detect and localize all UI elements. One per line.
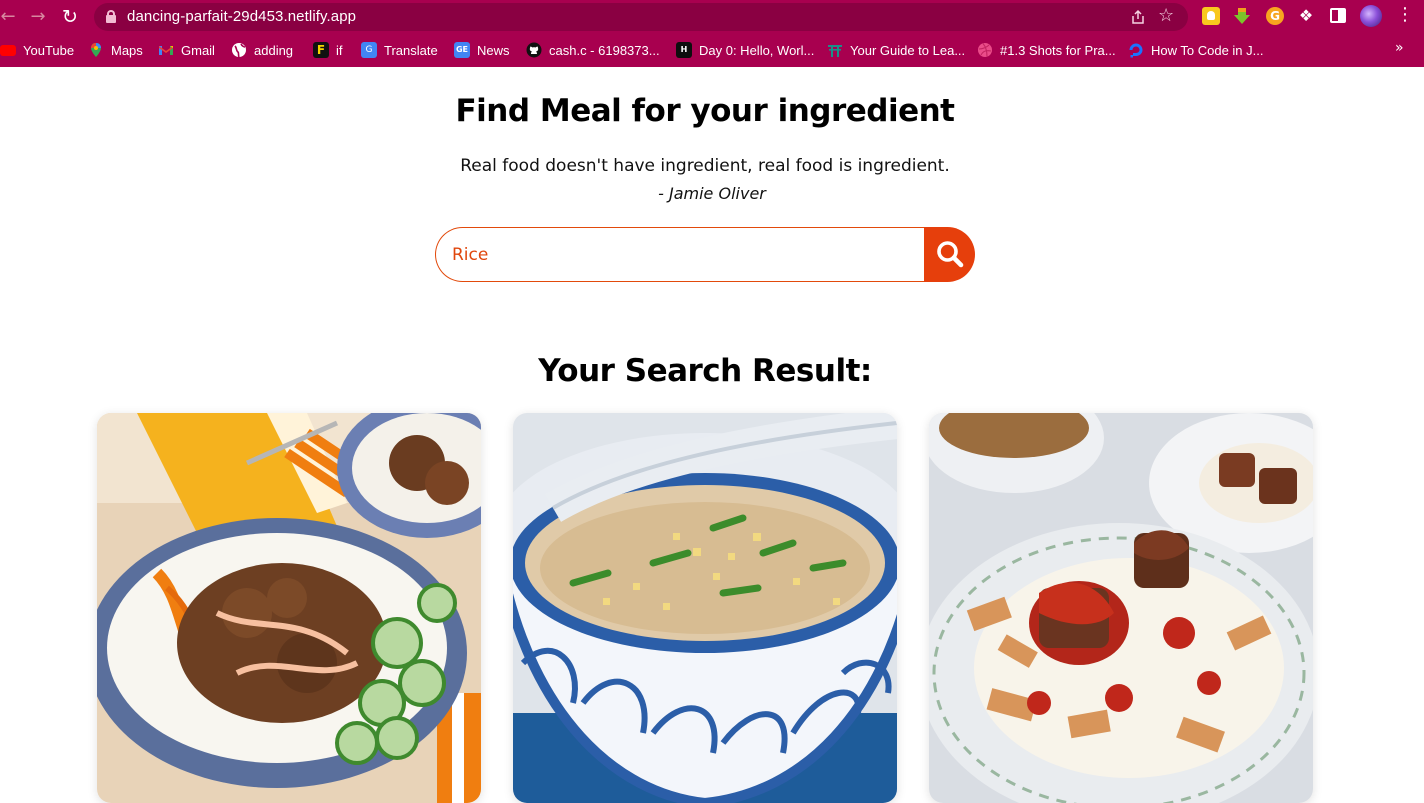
bookmark-label: cash.c - 6198373... — [549, 42, 660, 58]
url-text[interactable]: dancing-parfait-29d453.netlify.app — [127, 8, 356, 25]
gmail-icon — [159, 46, 173, 55]
search-button[interactable] — [924, 227, 975, 282]
bookmark-label: Translate — [384, 42, 438, 58]
bookmark-news[interactable]: GE News — [454, 38, 510, 62]
meal-card[interactable] — [97, 413, 481, 803]
bookmark-label: YouTube — [23, 42, 75, 58]
share-icon[interactable] — [1130, 9, 1146, 25]
forward-arrow-icon[interactable]: → — [26, 5, 50, 29]
lock-icon[interactable] — [106, 10, 116, 23]
page-title: Find Meal for your ingredient — [455, 93, 955, 129]
browser-chrome: ← → ↻ dancing-parfait-29d453.netlify.app… — [0, 0, 1424, 67]
search-bar — [435, 227, 975, 282]
bookmarks-bar: YouTube Maps Gmail adding F if G Transla… — [0, 38, 1424, 62]
dribbble-icon — [978, 43, 992, 57]
search-input[interactable] — [435, 227, 927, 282]
meal-image-rice-bowl[interactable] — [97, 413, 481, 803]
bookmark-label: Maps — [111, 42, 143, 58]
kebab-menu-icon[interactable]: ⋮ — [1396, 4, 1414, 26]
bookmark-gmail[interactable]: Gmail — [158, 38, 215, 62]
bookmark-adding[interactable]: adding — [231, 38, 293, 62]
translate-icon: G — [361, 42, 377, 58]
github-icon — [526, 42, 542, 58]
back-arrow-icon[interactable]: ← — [0, 5, 20, 29]
torii-icon — [828, 45, 842, 57]
news-icon: GE — [454, 42, 470, 58]
bookmark-label: #1.3 Shots for Pra... — [1000, 42, 1116, 58]
keep-extension-icon[interactable] — [1202, 7, 1220, 25]
bookmarks-overflow-icon[interactable]: » — [1395, 40, 1404, 56]
bookmark-youtube[interactable]: YouTube — [0, 38, 74, 62]
bookmark-digitalocean[interactable]: How To Code in J... — [1128, 38, 1263, 62]
bookmark-translate[interactable]: G Translate — [361, 38, 438, 62]
bookmark-label: adding — [254, 42, 294, 58]
search-icon — [937, 241, 964, 268]
bookmark-dribbble[interactable]: #1.3 Shots for Pra... — [977, 38, 1116, 62]
grammarly-extension-icon[interactable]: G — [1266, 7, 1284, 25]
youtube-icon — [0, 44, 16, 56]
f-logo-icon: F — [313, 42, 329, 58]
globe-icon — [232, 43, 246, 58]
bookmark-label: How To Code in J... — [1151, 42, 1264, 58]
bookmark-label: Day 0: Hello, Worl... — [699, 42, 815, 58]
results-title: Your Search Result: — [538, 353, 872, 389]
meal-card[interactable] — [513, 413, 897, 803]
bookmark-star-icon[interactable]: ☆ — [1158, 6, 1174, 26]
extensions-puzzle-icon[interactable]: ❖ — [1297, 7, 1315, 25]
bookmark-if[interactable]: F if — [313, 38, 343, 62]
hackerrank-icon: H — [676, 42, 692, 58]
bookmark-label: if — [336, 42, 343, 58]
reload-icon[interactable]: ↻ — [58, 5, 82, 29]
bookmark-guide[interactable]: Your Guide to Lea... — [827, 38, 965, 62]
side-panel-icon[interactable] — [1330, 8, 1346, 23]
quote-author: - Jamie Oliver — [658, 184, 766, 203]
quote-text: Real food doesn't have ingredient, real … — [460, 156, 950, 176]
address-bar[interactable]: dancing-parfait-29d453.netlify.app ☆ — [94, 3, 1188, 31]
digitalocean-icon — [1129, 43, 1143, 58]
download-extension-icon[interactable] — [1233, 7, 1251, 25]
page-content: Find Meal for your ingredient Real food … — [0, 67, 1424, 803]
meal-card[interactable] — [929, 413, 1313, 803]
browser-toolbar: ← → ↻ dancing-parfait-29d453.netlify.app… — [0, 0, 1424, 34]
bookmark-label: News — [477, 42, 510, 58]
meal-image-rice-with-beef[interactable] — [929, 413, 1313, 803]
meal-image-rice-porridge[interactable] — [513, 413, 897, 803]
bookmark-hackerrank[interactable]: H Day 0: Hello, Worl... — [676, 38, 814, 62]
bookmark-label: Gmail — [181, 42, 215, 58]
bookmark-github[interactable]: cash.c - 6198373... — [526, 38, 660, 62]
bookmark-maps[interactable]: Maps — [88, 38, 143, 62]
bookmark-label: Your Guide to Lea... — [850, 42, 966, 58]
maps-icon — [91, 43, 101, 57]
profile-avatar[interactable] — [1360, 5, 1382, 27]
